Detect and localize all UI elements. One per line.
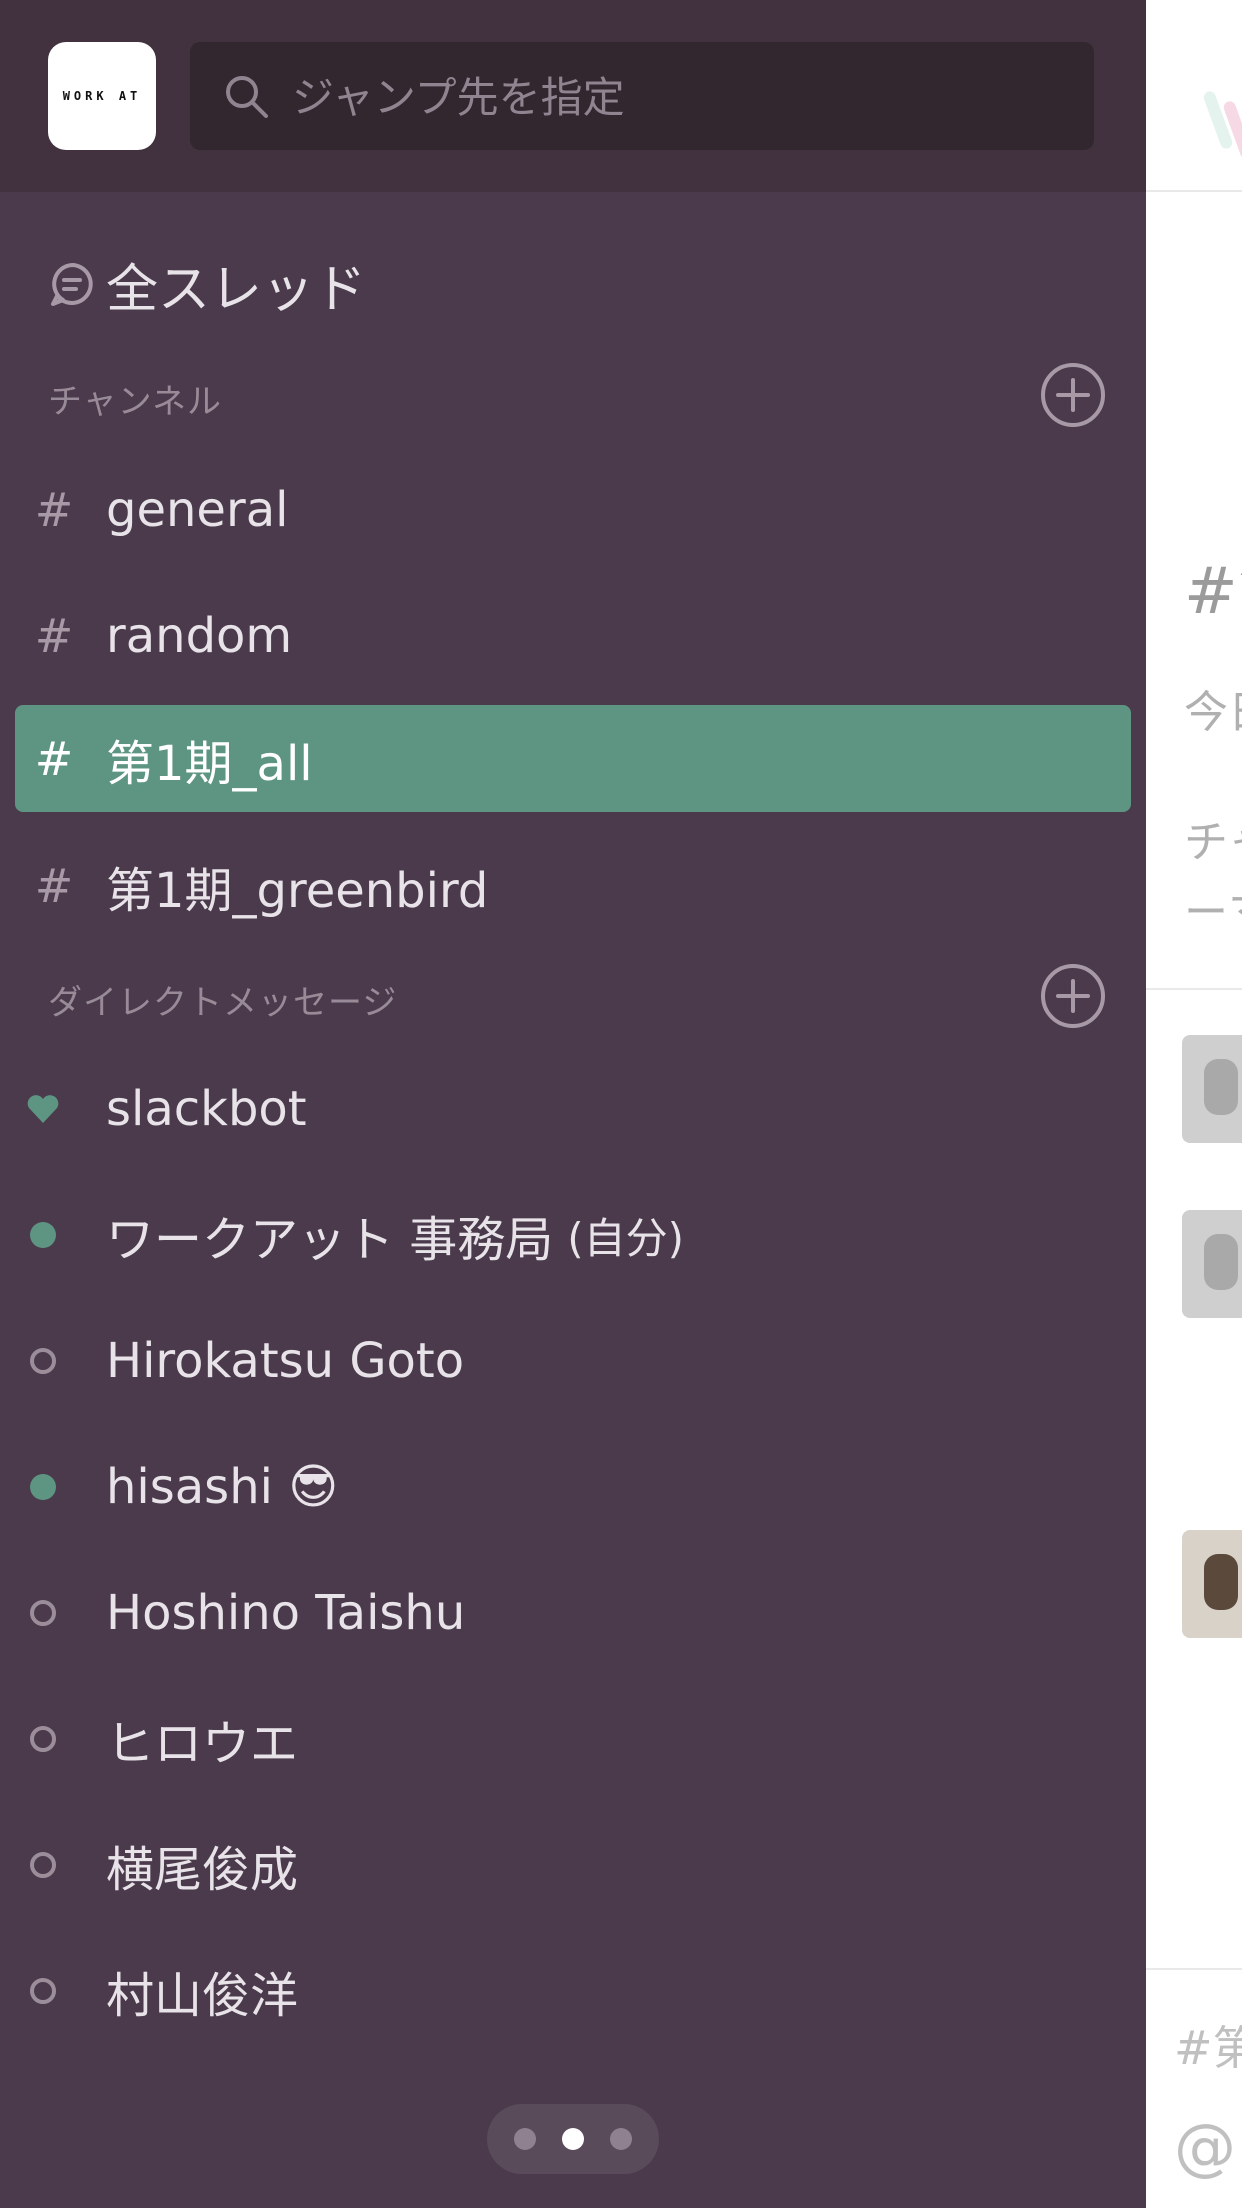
- hash-icon: #: [34, 859, 74, 913]
- jump-search-box[interactable]: [190, 42, 1094, 150]
- dm-item-hoshino-taishu[interactable]: Hoshino Taishu: [0, 1559, 1146, 1667]
- page-indicator[interactable]: [487, 2104, 659, 2174]
- page-dot[interactable]: [514, 2128, 536, 2150]
- dm-label: Hirokatsu Goto: [106, 1333, 465, 1389]
- dm-label: slackbot: [106, 1081, 307, 1137]
- offline-status-icon: [30, 1978, 56, 2004]
- online-status-icon: [30, 1222, 56, 1248]
- dm-label: ヒロウエ: [106, 1716, 299, 1772]
- channel-intro-line: 今日: [1184, 687, 1242, 738]
- jump-search-input[interactable]: [290, 64, 1074, 130]
- search-icon: [226, 76, 268, 118]
- avatar[interactable]: [1182, 1210, 1242, 1318]
- hash-icon: #: [34, 732, 74, 786]
- channel-item-period1-all[interactable]: # 第1期_all: [0, 705, 1146, 813]
- channel-item-random[interactable]: # random: [0, 582, 1146, 690]
- heart-icon: [27, 1095, 59, 1123]
- channel-label: 第1期_all: [106, 736, 313, 792]
- main-panel-peek[interactable]: #第 今日 チャ ーマ #第 @: [1146, 0, 1242, 2208]
- dm-item-murayama[interactable]: 村山俊洋: [0, 1937, 1146, 2045]
- channel-label: random: [106, 608, 293, 664]
- channel-title: #第: [1184, 555, 1242, 629]
- channel-item-general[interactable]: # general: [0, 456, 1146, 564]
- sidebar-header: WORK AT: [0, 0, 1146, 192]
- offline-status-icon: [30, 1348, 56, 1374]
- self-indicator: (自分): [567, 1213, 685, 1263]
- online-status-icon: [30, 1474, 56, 1500]
- dm-label: Hoshino Taishu: [106, 1585, 466, 1641]
- channel-intro-line: ーマ: [1184, 887, 1242, 938]
- avatar[interactable]: [1182, 1530, 1242, 1638]
- sidebar: WORK AT 全スレッド チャンネル # general: [0, 0, 1146, 2208]
- hash-icon: #: [34, 483, 74, 537]
- channel-label: general: [106, 482, 289, 538]
- dm-label: hisashi 😎: [106, 1459, 339, 1515]
- divider: [1146, 988, 1242, 990]
- channel-label: 第1期_greenbird: [106, 863, 489, 919]
- divider: [1146, 1968, 1242, 1970]
- threads-icon: [51, 263, 93, 306]
- add-direct-message-button[interactable]: [1040, 963, 1106, 1029]
- message-input-placeholder[interactable]: #第: [1174, 2012, 1242, 2078]
- offline-status-icon: [30, 1726, 56, 1752]
- offline-status-icon: [30, 1600, 56, 1626]
- team-logo-text: WORK AT: [62, 89, 142, 103]
- all-threads-label: 全スレッド: [106, 259, 367, 320]
- page-dot-active[interactable]: [562, 2128, 584, 2150]
- dm-item-hiroue[interactable]: ヒロウエ: [0, 1685, 1146, 1793]
- dm-label: 村山俊洋: [106, 1968, 299, 2024]
- dm-item-self[interactable]: ワークアット 事務局 (自分): [0, 1181, 1146, 1289]
- mention-button[interactable]: @: [1174, 2110, 1242, 2183]
- avatar[interactable]: [1182, 1035, 1242, 1143]
- team-logo[interactable]: WORK AT: [48, 42, 156, 150]
- channels-header[interactable]: チャンネル: [48, 374, 222, 423]
- dm-item-yokoo[interactable]: 横尾俊成: [0, 1811, 1146, 1919]
- channel-intro-line: チャ: [1184, 817, 1242, 868]
- all-threads-item[interactable]: 全スレッド: [0, 230, 1146, 338]
- offline-status-icon: [30, 1852, 56, 1878]
- dm-item-hirokatsu-goto[interactable]: Hirokatsu Goto: [0, 1307, 1146, 1415]
- dm-label: 横尾俊成: [106, 1842, 299, 1898]
- channel-item-period1-greenbird[interactable]: # 第1期_greenbird: [0, 832, 1146, 940]
- direct-messages-header[interactable]: ダイレクトメッセージ: [48, 975, 397, 1024]
- dm-label: ワークアット 事務局: [106, 1212, 554, 1268]
- slack-logo-icon: [1203, 91, 1242, 159]
- page-dot[interactable]: [610, 2128, 632, 2150]
- divider: [1146, 190, 1242, 192]
- dm-item-slackbot[interactable]: slackbot: [0, 1055, 1146, 1163]
- dm-item-hisashi[interactable]: hisashi 😎: [0, 1433, 1146, 1541]
- add-channel-button[interactable]: [1040, 362, 1106, 428]
- hash-icon: #: [34, 609, 74, 663]
